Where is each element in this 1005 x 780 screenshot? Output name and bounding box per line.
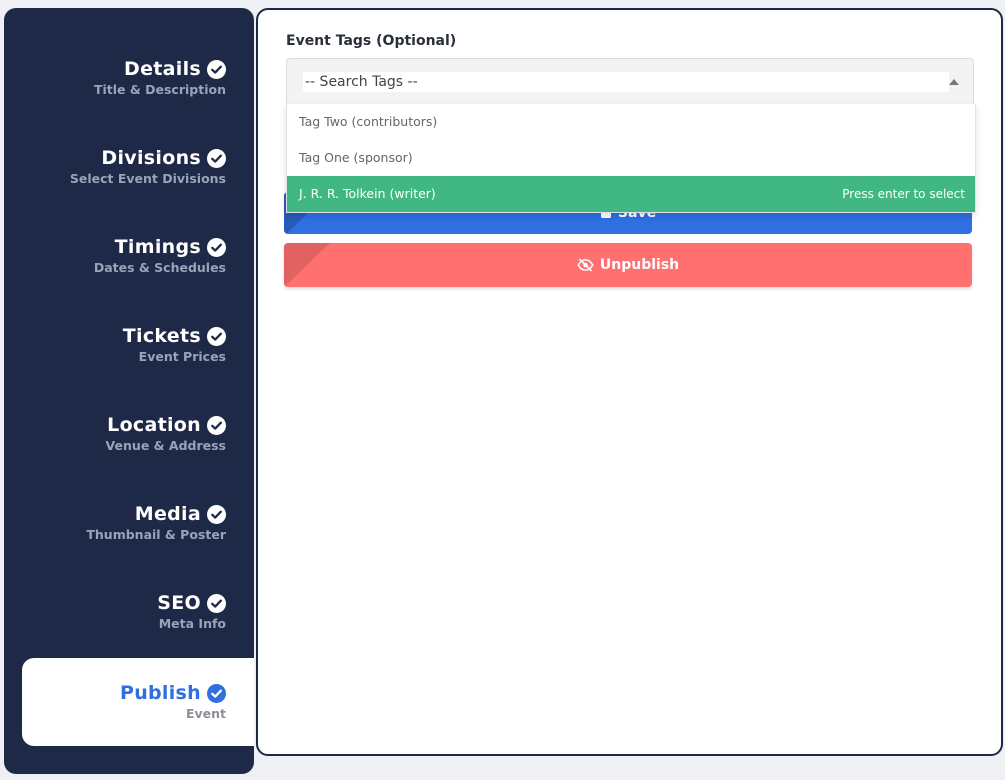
step-title: SEO: [157, 592, 201, 614]
step-details[interactable]: Details Title & Description: [6, 58, 226, 97]
check-circle-icon: [207, 326, 226, 346]
step-location[interactable]: Location Venue & Address: [6, 414, 226, 453]
tags-multiselect[interactable]: [286, 58, 974, 105]
step-title: Location: [107, 414, 201, 436]
step-title: Tickets: [122, 325, 201, 347]
tag-option[interactable]: Tag One (sponsor): [287, 140, 975, 176]
step-subtitle: Title & Description: [93, 82, 226, 97]
step-subtitle: Event Prices: [138, 349, 226, 364]
step-media[interactable]: Media Thumbnail & Poster: [6, 503, 226, 542]
step-title: Publish: [119, 682, 201, 704]
check-circle-icon: [207, 415, 226, 435]
unpublish-label: Unpublish: [599, 257, 680, 273]
check-circle-icon: [207, 593, 226, 613]
wizard-sidebar: Details Title & Description Divisions Se…: [4, 8, 254, 774]
step-publish-active[interactable]: Publish Event: [22, 658, 254, 746]
step-title: Media: [134, 503, 201, 525]
step-tickets[interactable]: Tickets Event Prices: [6, 325, 226, 364]
step-subtitle: Meta Info: [158, 616, 226, 631]
step-subtitle: Select Event Divisions: [69, 171, 226, 186]
check-circle-icon: [207, 59, 226, 79]
caret-up-icon[interactable]: [949, 79, 959, 85]
step-subtitle: Venue & Address: [105, 438, 226, 453]
tag-option[interactable]: Tag Two (contributors): [287, 104, 975, 140]
check-circle-icon: [207, 683, 226, 703]
select-hint: Press enter to select: [842, 187, 965, 201]
unpublish-button[interactable]: Unpublish: [284, 243, 972, 287]
step-divisions[interactable]: Divisions Select Event Divisions: [6, 147, 226, 186]
check-circle-icon: [207, 504, 226, 524]
tags-search-input[interactable]: [303, 72, 949, 92]
check-circle-icon: [207, 148, 226, 168]
step-title: Divisions: [101, 147, 201, 169]
step-title: Details: [124, 58, 201, 80]
publish-panel: Event Tags (Optional) Tag Two (contribut…: [256, 8, 1003, 756]
step-subtitle: Dates & Schedules: [93, 260, 226, 275]
step-timings[interactable]: Timings Dates & Schedules: [6, 236, 226, 275]
step-subtitle: Event: [185, 706, 226, 721]
eye-slash-icon: [577, 258, 594, 272]
step-seo[interactable]: SEO Meta Info: [6, 592, 226, 631]
step-title: Timings: [114, 236, 201, 258]
tag-option-highlighted[interactable]: J. R. R. Tolkein (writer) Press enter to…: [287, 176, 975, 212]
check-circle-icon: [207, 237, 226, 257]
step-subtitle: Thumbnail & Poster: [86, 527, 226, 542]
tags-label: Event Tags (Optional): [286, 33, 457, 49]
tags-dropdown: Tag Two (contributors) Tag One (sponsor)…: [286, 104, 976, 213]
